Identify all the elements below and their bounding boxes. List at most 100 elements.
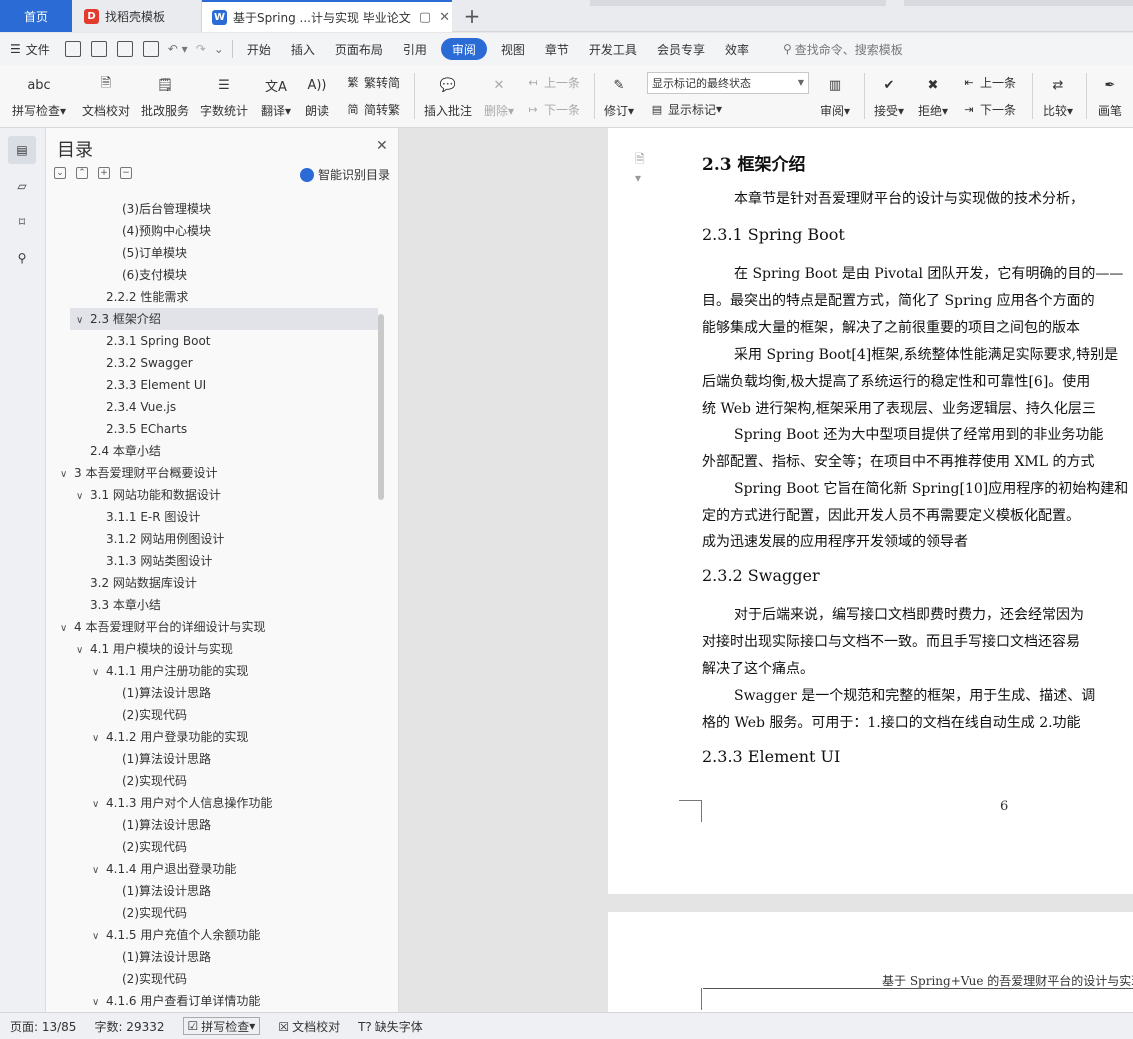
collapse-all-icon[interactable]: ⌄ [54, 167, 66, 179]
toc-item[interactable]: (2)实现代码 [122, 704, 386, 726]
toc-item[interactable]: (1)算法设计思路 [122, 682, 386, 704]
bookmark-icon[interactable]: ⌑ [8, 208, 36, 236]
toc-item[interactable]: 3.1.3 网站类图设计 [106, 550, 386, 572]
delete-comment-button[interactable]: ✕ 删除▾ [480, 65, 518, 127]
chevron-down-icon[interactable]: ∨ [92, 992, 106, 1010]
chevron-down-icon[interactable]: ∨ [76, 486, 90, 508]
proofread-status[interactable]: ☒ 文档校对 [278, 1018, 340, 1035]
expand-all-icon[interactable]: ⌃ [76, 167, 88, 179]
prev-comment-button[interactable]: ↤ 上一条 [526, 71, 580, 93]
toc-item[interactable]: (1)算法设计思路 [122, 946, 386, 968]
toc-item[interactable]: 2.3.4 Vue.js [106, 396, 386, 418]
chevron-down-icon[interactable]: ∨ [92, 662, 106, 684]
chevron-down-icon[interactable]: ∨ [60, 618, 74, 640]
file-menu[interactable]: ☰ 文件 [0, 33, 60, 65]
undo-icon[interactable]: ↶ ▾ [164, 33, 192, 65]
remove-heading-icon[interactable]: − [120, 167, 132, 179]
toc-item[interactable]: ∨ 4.1 用户模块的设计与实现 [76, 638, 382, 660]
reject-button[interactable]: ✖ 拒绝▾ [914, 65, 952, 127]
menu-start[interactable]: 开始 [237, 33, 281, 65]
word-count-button[interactable]: ☰ 字数统计 [196, 65, 252, 127]
export-icon[interactable] [90, 41, 107, 57]
command-search[interactable]: ⚲ 查找命令、搜索模板 [773, 33, 913, 65]
revise-button[interactable]: ✎ 修订▾ [600, 65, 638, 127]
toc-item[interactable]: (5)订单模块 [122, 242, 386, 264]
toc-item[interactable]: 2.3.3 Element UI [106, 374, 386, 396]
review-service-button[interactable]: 🗒 批改服务 [138, 65, 192, 127]
toc-item[interactable]: ∨ 4.1.4 用户退出登录功能 [92, 858, 386, 880]
chevron-down-icon[interactable]: ∨ [92, 926, 106, 948]
toc-item[interactable]: (3)后台管理模块 [122, 198, 386, 220]
close-icon[interactable]: ✕ [439, 10, 450, 25]
menu-chapter[interactable]: 章节 [535, 33, 579, 65]
markup-state-select[interactable]: 显示标记的最终状态 ▼ [647, 72, 809, 94]
read-aloud-button[interactable]: A)) 朗读 [300, 65, 334, 127]
toc-item[interactable]: ∨ 4 本吾爱理财平台的详细设计与实现 [60, 616, 366, 638]
translate-button[interactable]: 文A 翻译▾ [256, 65, 296, 127]
toc-item[interactable]: 3.3 本章小结 [90, 594, 386, 616]
toc-item[interactable]: ∨ 4.1.5 用户充值个人余额功能 [92, 924, 386, 946]
next-comment-button[interactable]: ↦ 下一条 [526, 98, 580, 120]
compare-button[interactable]: ⇄ 比较▾ [1038, 65, 1078, 127]
page-indicator[interactable]: 页面: 13/85 [10, 1018, 76, 1035]
toc-item[interactable]: ∨ 3.1 网站功能和数据设计 [76, 484, 382, 506]
menu-member[interactable]: 会员专享 [647, 33, 715, 65]
pen-button[interactable]: ✒ 画笔 [1092, 65, 1128, 127]
chevron-down-icon[interactable]: ∨ [60, 464, 74, 486]
prev-change-button[interactable]: ⇤ 上一条 [962, 71, 1016, 93]
chevron-down-icon[interactable]: ∨ [92, 794, 106, 816]
missing-font-status[interactable]: T? 缺失字体 [358, 1018, 423, 1035]
chevron-down-icon[interactable]: ∨ [76, 640, 90, 662]
toc-item[interactable]: 3.1.1 E-R 图设计 [106, 506, 386, 528]
close-icon[interactable]: ✕ [376, 138, 388, 154]
insert-comment-button[interactable]: 💬 插入批注 [420, 65, 476, 127]
toc-scrollbar[interactable] [378, 314, 384, 500]
toc-item[interactable]: (1)算法设计思路 [122, 814, 386, 836]
toc-item[interactable]: (2)实现代码 [122, 902, 386, 924]
toc-item[interactable]: (2)实现代码 [122, 836, 386, 858]
toc-item[interactable]: 2.4 本章小结 [90, 440, 386, 462]
toc-item[interactable]: ∨ 3 本吾爱理财平台概要设计 [60, 462, 366, 484]
toc-item[interactable]: 2.3.2 Swagger [106, 352, 386, 374]
toc-item[interactable]: (4)预购中心模块 [122, 220, 386, 242]
tab-home[interactable]: 首页 [0, 0, 72, 32]
next-change-button[interactable]: ⇥ 下一条 [962, 98, 1016, 120]
toc-item[interactable]: (2)实现代码 [122, 770, 386, 792]
word-count[interactable]: 字数: 29332 [94, 1018, 164, 1035]
toc-item[interactable]: ∨ 4.1.1 用户注册功能的实现 [92, 660, 386, 682]
menu-devtools[interactable]: 开发工具 [579, 33, 647, 65]
toc-item[interactable]: (1)算法设计思路 [122, 748, 386, 770]
chapter-nav-icon[interactable]: ▱ [8, 172, 36, 200]
toc-item[interactable]: 2.3.5 ECharts [106, 418, 386, 440]
chevron-down-icon[interactable]: ∨ [92, 860, 106, 882]
add-heading-icon[interactable]: + [98, 167, 110, 179]
toc-item[interactable]: 2.2.2 性能需求 [106, 286, 386, 308]
spellcheck-button[interactable]: abc 拼写检查▾ [8, 65, 70, 127]
toc-item[interactable]: ∨ 2.3 框架介绍 [70, 308, 378, 330]
toc-item[interactable]: ∨ 4.1.6 用户查看订单详情功能 [92, 990, 386, 1010]
show-markup-button[interactable]: ▤ 显示标记 ▾ [650, 98, 722, 120]
toc-icon[interactable]: ▤ [8, 136, 36, 164]
close-tab-icon[interactable]: ▢ [419, 10, 431, 25]
print-icon[interactable] [116, 41, 133, 57]
print-preview-icon[interactable] [142, 41, 159, 57]
menu-layout[interactable]: 页面布局 [325, 33, 393, 65]
to-traditional-button[interactable]: 繁繁转简 [346, 71, 401, 93]
toc-item[interactable]: ∨ 4.1.2 用户登录功能的实现 [92, 726, 386, 748]
to-simplified-button[interactable]: 简简转繁 [346, 98, 401, 120]
ai-identify-toc-button[interactable]: 智能识别目录 [299, 166, 390, 183]
toc-item[interactable]: (6)支付模块 [122, 264, 386, 286]
toc-item[interactable]: 2.3.1 Spring Boot [106, 330, 386, 352]
toc-item[interactable]: 3.2 网站数据库设计 [90, 572, 386, 594]
tab-document[interactable]: W 基于Spring ...计与实现 毕业论文 ▢ ✕ [202, 0, 452, 32]
accept-button[interactable]: ✔ 接受▾ [870, 65, 908, 127]
page-doc-icon[interactable]: 🗎▾ [635, 150, 649, 185]
save-icon[interactable] [64, 41, 81, 57]
review-pane-button[interactable]: ▥ 审阅▾ [814, 65, 856, 127]
menu-efficiency[interactable]: 效率 [715, 33, 759, 65]
menu-reference[interactable]: 引用 [393, 33, 437, 65]
chevron-down-icon[interactable]: ∨ [92, 728, 106, 750]
search-icon[interactable]: ⚲ [8, 244, 36, 272]
toc-item[interactable]: 3.1.2 网站用例图设计 [106, 528, 386, 550]
menu-view[interactable]: 视图 [491, 33, 535, 65]
